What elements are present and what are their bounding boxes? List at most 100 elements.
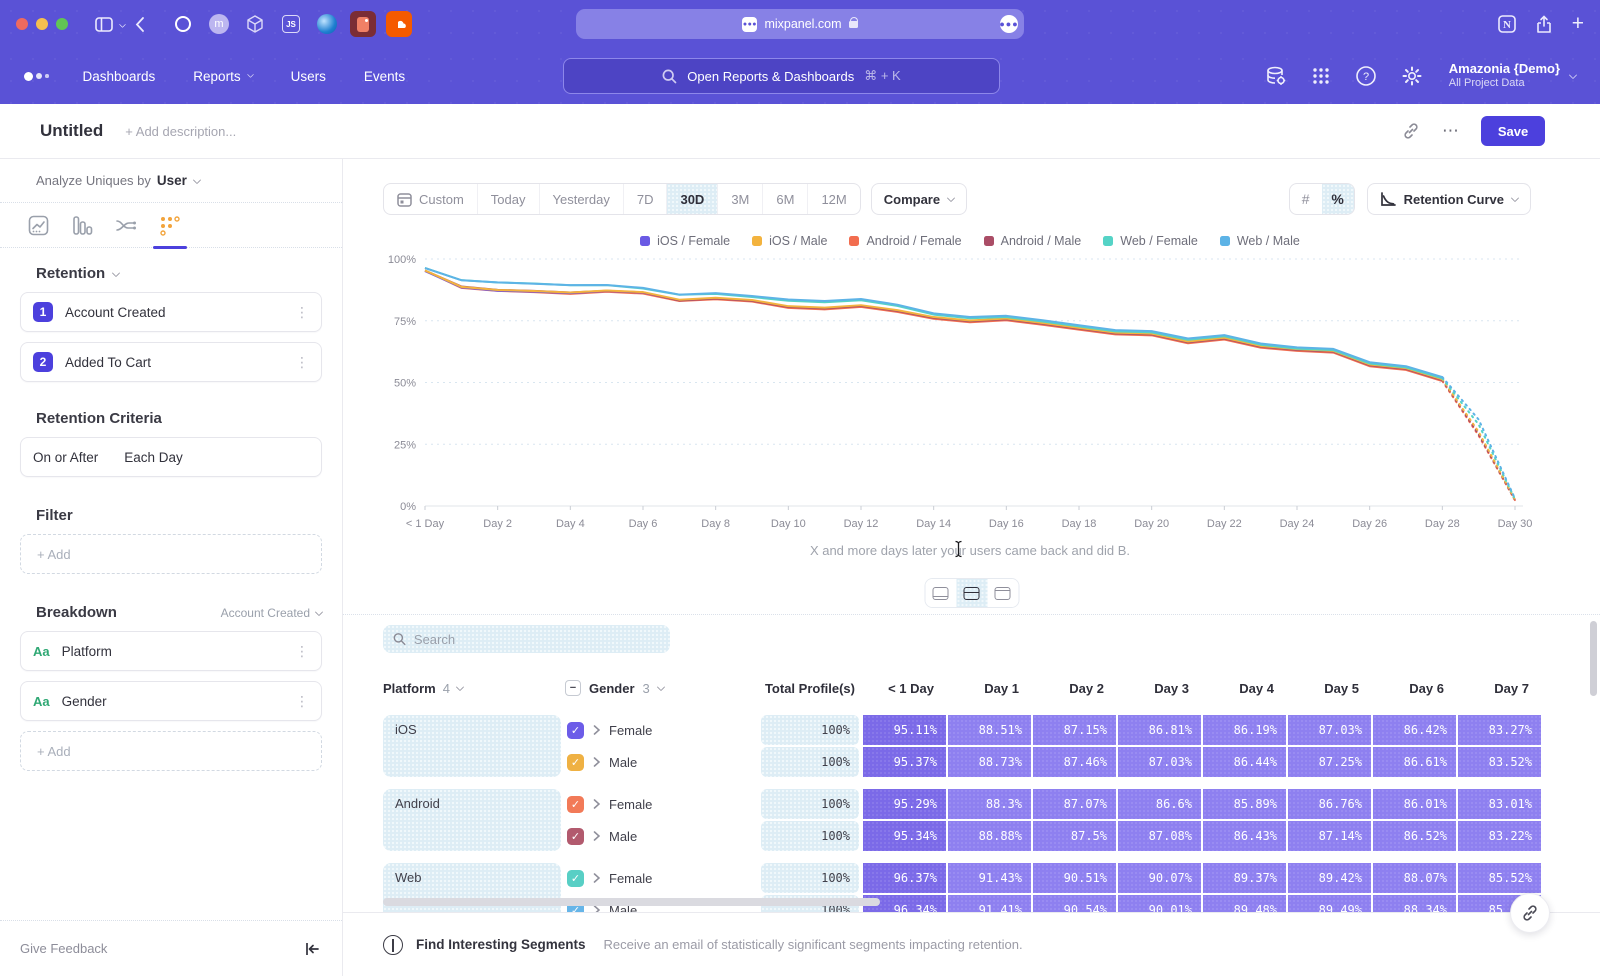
chart-type-button[interactable]: Retention Curve bbox=[1367, 183, 1531, 215]
series-checkbox[interactable]: ✓ bbox=[567, 722, 584, 739]
range-3m[interactable]: 3M bbox=[717, 184, 762, 214]
sidebar-toggle-icon[interactable] bbox=[95, 17, 113, 32]
extension-ring-icon[interactable] bbox=[170, 11, 196, 37]
range-6m[interactable]: 6M bbox=[762, 184, 807, 214]
zoom-window-button[interactable] bbox=[56, 18, 68, 30]
layout-totals-button[interactable] bbox=[925, 579, 956, 607]
copy-link-icon[interactable] bbox=[1402, 122, 1420, 140]
retention-value-cell[interactable]: 88.3% bbox=[948, 789, 1031, 819]
legend-item[interactable]: Web / Female bbox=[1103, 234, 1198, 248]
platform-cell[interactable]: Android bbox=[383, 789, 561, 851]
nav-link-dashboards[interactable]: Dashboards bbox=[83, 69, 156, 84]
analyze-value-dropdown[interactable]: User bbox=[157, 173, 187, 188]
criteria-card[interactable]: On or After Each Day bbox=[20, 437, 322, 477]
chevron-right-icon[interactable] bbox=[593, 725, 600, 735]
extension-js-icon[interactable]: JS bbox=[278, 11, 304, 37]
tab-overview-chevron-icon[interactable] bbox=[119, 20, 126, 27]
range-custom[interactable]: Custom bbox=[384, 184, 477, 214]
retention-section-header[interactable]: Retention bbox=[0, 265, 342, 282]
nav-link-users[interactable]: Users bbox=[291, 69, 326, 84]
retention-value-cell[interactable]: 87.03% bbox=[1118, 747, 1201, 777]
minimize-window-button[interactable] bbox=[36, 18, 48, 30]
extension-soundcloud-icon[interactable] bbox=[386, 11, 412, 37]
total-profiles-header[interactable]: Total Profile(s) bbox=[761, 681, 863, 696]
retention-value-cell[interactable]: 86.52% bbox=[1373, 821, 1456, 851]
extension-red-icon[interactable] bbox=[350, 11, 376, 37]
vertical-scrollbar[interactable] bbox=[1590, 621, 1597, 696]
range-7d[interactable]: 7D bbox=[623, 184, 667, 214]
retention-value-cell[interactable]: 86.42% bbox=[1373, 715, 1456, 745]
day-header[interactable]: Day 4 bbox=[1203, 681, 1288, 696]
retention-value-cell[interactable]: 90.01% bbox=[1118, 895, 1201, 912]
legend-item[interactable]: iOS / Female bbox=[640, 234, 730, 248]
step-options-icon[interactable]: ⋮ bbox=[295, 304, 309, 321]
retention-value-cell[interactable]: 87.15% bbox=[1033, 715, 1116, 745]
range-12m[interactable]: 12M bbox=[807, 184, 859, 214]
tab-flows[interactable] bbox=[106, 203, 146, 247]
series-checkbox[interactable]: ✓ bbox=[567, 870, 584, 887]
criteria-interval[interactable]: Each Day bbox=[124, 450, 183, 465]
report-description-placeholder[interactable]: + Add description... bbox=[125, 124, 236, 139]
layout-header-button[interactable] bbox=[987, 579, 1018, 607]
tab-insights[interactable] bbox=[18, 203, 58, 247]
retention-value-cell[interactable]: 86.01% bbox=[1373, 789, 1456, 819]
retention-value-cell[interactable]: 83.27% bbox=[1458, 715, 1541, 745]
layout-split-button[interactable] bbox=[956, 579, 987, 607]
retention-value-cell[interactable]: 95.29% bbox=[863, 789, 946, 819]
retention-value-cell[interactable]: 83.52% bbox=[1458, 747, 1541, 777]
retention-value-cell[interactable]: 86.19% bbox=[1203, 715, 1286, 745]
retention-value-cell[interactable]: 87.5% bbox=[1033, 821, 1116, 851]
retention-value-cell[interactable]: 88.73% bbox=[948, 747, 1031, 777]
series-checkbox[interactable]: ✓ bbox=[567, 796, 584, 813]
retention-value-cell[interactable]: 89.42% bbox=[1288, 863, 1371, 893]
back-icon[interactable] bbox=[135, 17, 144, 32]
save-button[interactable]: Save bbox=[1481, 116, 1545, 146]
range-today[interactable]: Today bbox=[477, 184, 539, 214]
retention-value-cell[interactable]: 86.76% bbox=[1288, 789, 1371, 819]
retention-value-cell[interactable]: 86.81% bbox=[1118, 715, 1201, 745]
tab-funnels[interactable] bbox=[62, 203, 102, 247]
retention-value-cell[interactable]: 90.07% bbox=[1118, 863, 1201, 893]
close-window-button[interactable] bbox=[16, 18, 28, 30]
retention-value-cell[interactable]: 83.22% bbox=[1458, 821, 1541, 851]
retention-value-cell[interactable]: 91.41% bbox=[948, 895, 1031, 912]
series-line[interactable] bbox=[425, 271, 1442, 381]
breakdown-scope-dropdown[interactable]: Account Created bbox=[221, 606, 322, 620]
series-line[interactable] bbox=[425, 268, 1442, 377]
filter-add-button[interactable]: + Add bbox=[20, 534, 322, 574]
chevron-right-icon[interactable] bbox=[593, 757, 600, 767]
day-header[interactable]: Day 1 bbox=[948, 681, 1033, 696]
share-link-fab[interactable] bbox=[1510, 893, 1550, 933]
tab-retention[interactable] bbox=[150, 203, 190, 247]
retention-value-cell[interactable]: 89.37% bbox=[1203, 863, 1286, 893]
retention-line-chart[interactable]: 100%75%50%25%0%< 1 DayDay 2Day 4Day 6Day… bbox=[343, 250, 1600, 542]
legend-item[interactable]: iOS / Male bbox=[752, 234, 827, 248]
report-title[interactable]: Untitled bbox=[40, 121, 103, 141]
retention-value-cell[interactable]: 88.34% bbox=[1373, 895, 1456, 912]
criteria-operator[interactable]: On or After bbox=[33, 450, 98, 465]
retention-value-cell[interactable]: 89.49% bbox=[1288, 895, 1371, 912]
number-toggle[interactable]: # bbox=[1290, 184, 1322, 214]
chevron-right-icon[interactable] bbox=[593, 831, 600, 841]
percent-toggle[interactable]: % bbox=[1322, 184, 1354, 214]
retention-value-cell[interactable]: 83.01% bbox=[1458, 789, 1541, 819]
retention-step-1[interactable]: 1Account Created⋮ bbox=[20, 292, 322, 332]
platform-cell[interactable]: iOS bbox=[383, 715, 561, 777]
notion-extension-icon[interactable]: N bbox=[1498, 15, 1516, 33]
share-icon[interactable] bbox=[1536, 15, 1552, 34]
series-line[interactable] bbox=[425, 271, 1442, 381]
day-header[interactable]: Day 3 bbox=[1118, 681, 1203, 696]
chevron-right-icon[interactable] bbox=[593, 873, 600, 883]
segments-title[interactable]: Find Interesting Segments bbox=[416, 937, 586, 952]
give-feedback-link[interactable]: Give Feedback bbox=[20, 941, 107, 956]
extension-m-icon[interactable]: m bbox=[206, 11, 232, 37]
series-checkbox[interactable]: ✓ bbox=[567, 754, 584, 771]
retention-value-cell[interactable]: 86.6% bbox=[1118, 789, 1201, 819]
series-checkbox[interactable]: ✓ bbox=[567, 828, 584, 845]
retention-value-cell[interactable]: 95.34% bbox=[863, 821, 946, 851]
help-icon[interactable]: ? bbox=[1355, 65, 1377, 87]
collapse-sidebar-icon[interactable] bbox=[305, 942, 320, 956]
platform-column-header[interactable]: Platform 4 bbox=[383, 681, 565, 696]
day-header[interactable]: < 1 Day bbox=[863, 681, 948, 696]
breakdown-options-icon[interactable]: ⋮ bbox=[295, 693, 309, 710]
